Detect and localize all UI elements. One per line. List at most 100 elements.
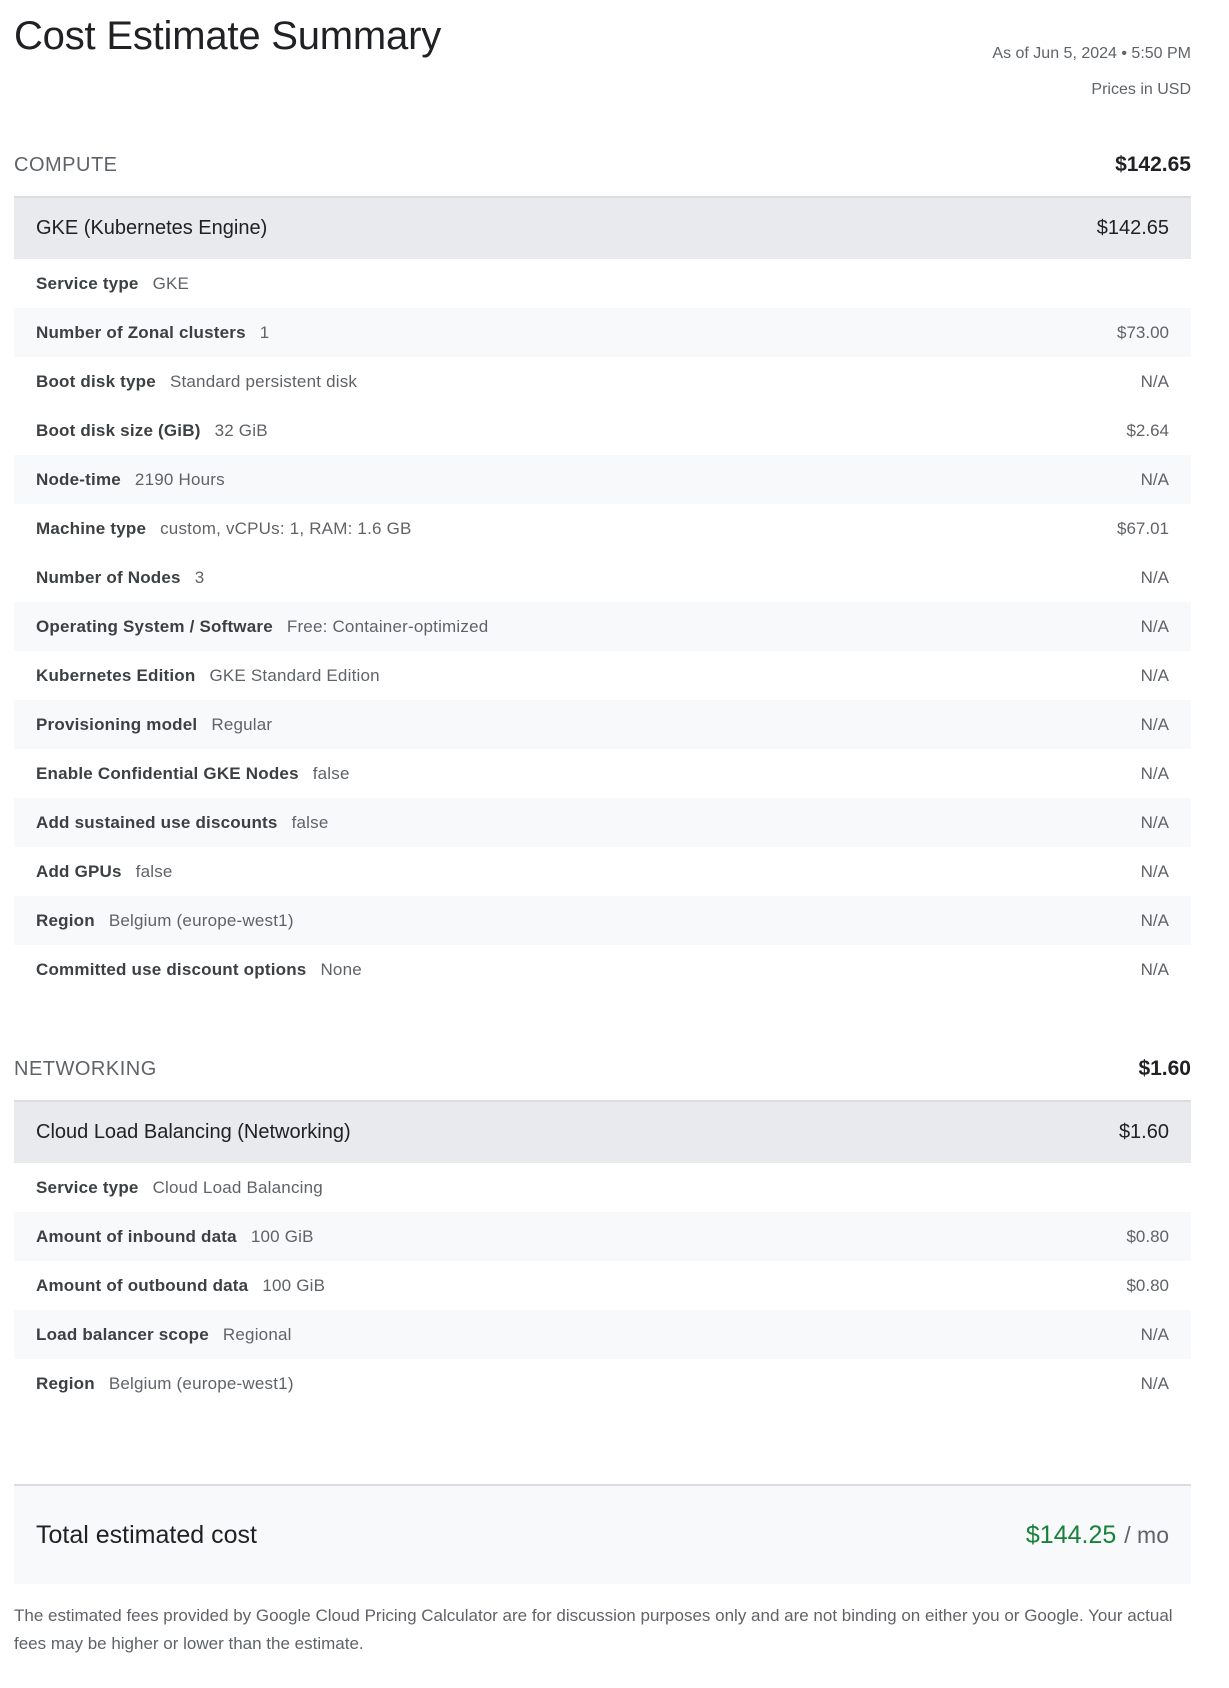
line-item: Number of Nodes 3 N/A [14, 553, 1191, 602]
line-item-cost: N/A [1140, 616, 1169, 636]
line-item-cost: N/A [1140, 1373, 1169, 1393]
line-item-cost: N/A [1140, 714, 1169, 734]
line-item: Operating System / Software Free: Contain… [14, 602, 1191, 651]
service-cost: $142.65 [1096, 217, 1169, 239]
service-name: GKE (Kubernetes Engine) [36, 217, 268, 239]
service-header-gke: GKE (Kubernetes Engine) $142.65 [14, 198, 1191, 259]
line-item-label: Machine type [36, 518, 147, 538]
section-title: NETWORKING [14, 1057, 157, 1080]
line-item-label: Service type [36, 273, 139, 293]
line-item: Region Belgium (europe-west1) N/A [14, 1359, 1191, 1408]
line-item-label: Kubernetes Edition [36, 665, 196, 685]
line-item-value: Cloud Load Balancing [152, 1177, 323, 1197]
line-item-cost: N/A [1140, 567, 1169, 587]
line-item-cost: N/A [1140, 959, 1169, 979]
line-item-label: Enable Confidential GKE Nodes [36, 763, 299, 783]
line-item-cost: N/A [1140, 371, 1169, 391]
summary-header: Cost Estimate Summary As of Jun 5, 2024 … [14, 0, 1191, 120]
line-item: Provisioning model Regular N/A [14, 700, 1191, 749]
line-item-cost: N/A [1140, 812, 1169, 832]
line-item-label: Amount of inbound data [36, 1226, 237, 1246]
line-item-value: None [320, 959, 362, 979]
line-item-cost: $0.80 [1126, 1275, 1169, 1295]
line-item: Service type Cloud Load Balancing [14, 1163, 1191, 1212]
line-item-cost: $67.01 [1117, 518, 1169, 538]
line-item: Amount of inbound data 100 GiB $0.80 [14, 1212, 1191, 1261]
service-cost: $1.60 [1118, 1121, 1169, 1143]
section-compute: COMPUTE $142.65 GKE (Kubernetes Engine) … [14, 134, 1191, 994]
line-item-label: Operating System / Software [36, 616, 273, 636]
line-item: Region Belgium (europe-west1) N/A [14, 896, 1191, 945]
line-item-value: 100 GiB [262, 1275, 326, 1295]
cost-estimate-page: Cost Estimate Summary As of Jun 5, 2024 … [14, 0, 1191, 1658]
line-item-label: Number of Nodes [36, 567, 181, 587]
line-item-value: 100 GiB [250, 1226, 314, 1246]
line-item-value: false [291, 812, 329, 832]
total-estimated-cost: Total estimated cost $144.25 / mo [14, 1484, 1191, 1584]
line-item-cost: $73.00 [1117, 322, 1169, 342]
line-item-cost: $2.64 [1126, 420, 1169, 440]
total-value: $144.25 / mo [1026, 1521, 1169, 1550]
line-item: Boot disk size (GiB) 32 GiB $2.64 [14, 406, 1191, 455]
line-item-label: Committed use discount options [36, 959, 307, 979]
section-networking: NETWORKING $1.60 Cloud Load Balancing (N… [14, 1038, 1191, 1408]
line-item-value: GKE [152, 273, 190, 293]
section-title: COMPUTE [14, 153, 118, 176]
line-item-value: false [312, 763, 350, 783]
line-item: Enable Confidential GKE Nodes false N/A [14, 749, 1191, 798]
total-unit: / mo [1124, 1521, 1169, 1548]
total-label: Total estimated cost [36, 1520, 257, 1549]
line-item-label: Boot disk type [36, 371, 156, 391]
line-item-label: Amount of outbound data [36, 1275, 249, 1295]
section-total: $1.60 [1138, 1057, 1191, 1080]
line-item: Node-time 2190 Hours N/A [14, 455, 1191, 504]
total-amount: $144.25 [1025, 1520, 1117, 1549]
page-title: Cost Estimate Summary [14, 14, 442, 58]
service-rows: Service type GKE Number of Zonal clusters… [14, 259, 1191, 994]
section-total: $142.65 [1115, 153, 1191, 176]
service-rows: Service type Cloud Load Balancing Amount … [14, 1163, 1191, 1408]
line-item-value: Free: Container-optimized [286, 616, 489, 636]
line-item: Add sustained use discounts false N/A [14, 798, 1191, 847]
currency-note: Prices in USD [1091, 81, 1191, 98]
line-item-value: false [135, 861, 173, 881]
disclaimer-text: The estimated fees provided by Google Cl… [14, 1606, 1173, 1653]
line-item-value: Regular [211, 714, 273, 734]
line-item-label: Boot disk size (GiB) [36, 420, 201, 440]
line-item-label: Node-time [36, 469, 121, 489]
service-header-load-balancing: Cloud Load Balancing (Networking) $1.60 [14, 1102, 1191, 1163]
line-item-cost: N/A [1140, 861, 1169, 881]
line-item-value: Standard persistent disk [169, 371, 358, 391]
line-item-label: Region [36, 910, 95, 930]
section-header: NETWORKING $1.60 [14, 1038, 1191, 1102]
section-header: COMPUTE $142.65 [14, 134, 1191, 198]
line-item: Committed use discount options None N/A [14, 945, 1191, 994]
line-item-cost: N/A [1140, 469, 1169, 489]
line-item: Load balancer scope Regional N/A [14, 1310, 1191, 1359]
line-item: Number of Zonal clusters 1 $73.00 [14, 308, 1191, 357]
line-item-label: Region [36, 1373, 95, 1393]
line-item-cost: N/A [1140, 910, 1169, 930]
as-of-timestamp: As of Jun 5, 2024 • 5:50 PM [992, 45, 1191, 62]
line-item-value: 3 [194, 567, 205, 587]
line-item: Amount of outbound data 100 GiB $0.80 [14, 1261, 1191, 1310]
line-item-value: Belgium (europe-west1) [108, 1373, 294, 1393]
line-item: Boot disk type Standard persistent disk N/… [14, 357, 1191, 406]
line-item-label: Service type [36, 1177, 139, 1197]
line-item-label: Add GPUs [36, 861, 122, 881]
line-item-cost: $0.80 [1126, 1226, 1169, 1246]
line-item: Machine type custom, vCPUs: 1, RAM: 1.6 G… [14, 504, 1191, 553]
line-item: Kubernetes Edition GKE Standard Edition N/… [14, 651, 1191, 700]
line-item-value: GKE Standard Edition [209, 665, 380, 685]
line-item-value: 32 GiB [214, 420, 268, 440]
line-item-value: Belgium (europe-west1) [108, 910, 294, 930]
line-item: Add GPUs false N/A [14, 847, 1191, 896]
line-item-value: 1 [259, 322, 270, 342]
line-item-label: Load balancer scope [36, 1324, 209, 1344]
line-item-cost: N/A [1140, 665, 1169, 685]
estimate-meta: As of Jun 5, 2024 • 5:50 PM Prices in US… [992, 36, 1191, 108]
line-item-value: custom, vCPUs: 1, RAM: 1.6 GB [160, 518, 412, 538]
line-item-label: Provisioning model [36, 714, 198, 734]
line-item-value: Regional [222, 1324, 292, 1344]
line-item-value: 2190 Hours [134, 469, 225, 489]
